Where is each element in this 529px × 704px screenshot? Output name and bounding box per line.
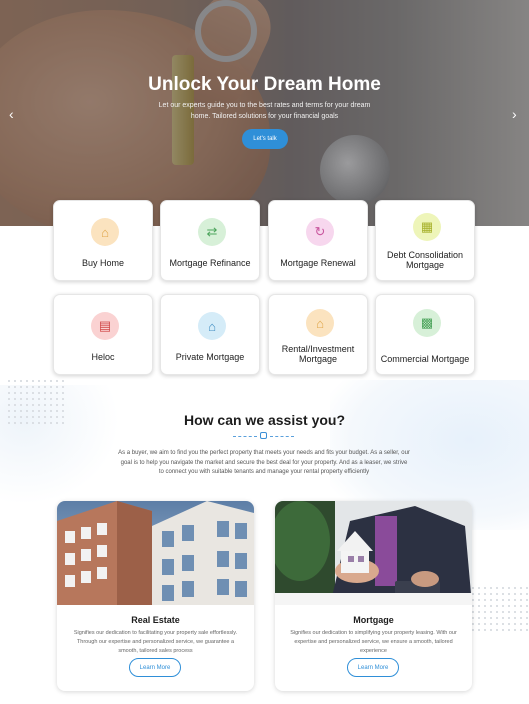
lets-talk-button[interactable]: Let's talk — [242, 129, 288, 149]
private-house-icon: ⌂ — [198, 312, 226, 340]
service-card-buy-home[interactable]: ⌂ Buy Home — [53, 200, 153, 281]
learn-more-button[interactable]: Learn More — [129, 658, 181, 677]
document-icon: ▤ — [91, 312, 119, 340]
service-label: Private Mortgage — [175, 352, 245, 362]
service-card-mortgage-refinance[interactable]: ⇄ Mortgage Refinance — [160, 200, 260, 281]
renewal-icon: ↻ — [306, 218, 334, 246]
mortgage-image — [275, 501, 472, 605]
hero-title: Unlock Your Dream Home — [148, 74, 381, 95]
service-card-commercial[interactable]: ▩ Commercial Mortgage — [375, 294, 475, 375]
commercial-icon: ▩ — [413, 309, 441, 337]
service-label: Heloc — [91, 352, 115, 362]
dot-pattern — [470, 585, 529, 635]
section-description: As a buyer, we aim to find you the perfe… — [118, 450, 410, 475]
service-card-debt-consolidation[interactable]: ▦ Debt Consolidation Mortgage — [375, 200, 475, 281]
feature-title: Real Estate — [131, 615, 180, 625]
service-label: Debt Consolidation Mortgage — [386, 250, 464, 270]
chevron-right-icon[interactable]: › — [512, 106, 517, 122]
service-label: Mortgage Refinance — [169, 258, 251, 268]
debt-icon: ▦ — [413, 213, 441, 241]
rental-icon: ⌂ — [306, 309, 334, 337]
refinance-icon: ⇄ — [198, 218, 226, 246]
hero-banner: Unlock Your Dream Home Let our experts g… — [0, 0, 529, 226]
service-label: Rental/Investment Mortgage — [281, 344, 355, 364]
service-card-rental-investment[interactable]: ⌂ Rental/Investment Mortgage — [268, 294, 368, 375]
feature-card-real-estate: Real Estate Signifies our dedication to … — [57, 501, 254, 691]
feature-description: Signifies our dedication to simplifying … — [290, 630, 457, 654]
title-divider — [233, 432, 295, 440]
service-label: Mortgage Renewal — [280, 258, 356, 268]
hero-subtitle: Let our experts guide you to the best ra… — [158, 102, 371, 120]
service-label: Commercial Mortgage — [380, 354, 470, 364]
learn-more-button[interactable]: Learn More — [347, 658, 399, 677]
service-card-heloc[interactable]: ▤ Heloc — [53, 294, 153, 375]
service-card-mortgage-renewal[interactable]: ↻ Mortgage Renewal — [268, 200, 368, 281]
feature-card-mortgage: Mortgage Signifies our dedication to sim… — [275, 501, 472, 691]
feature-title: Mortgage — [353, 615, 394, 625]
service-label: Buy Home — [81, 258, 125, 268]
real-estate-image — [57, 501, 254, 605]
feature-description: Signifies our dedication to facilitating… — [73, 630, 238, 654]
chevron-left-icon[interactable]: ‹ — [9, 106, 14, 122]
section-title: How can we assist you? — [183, 412, 346, 428]
service-card-private-mortgage[interactable]: ⌂ Private Mortgage — [160, 294, 260, 375]
house-icon: ⌂ — [91, 218, 119, 246]
